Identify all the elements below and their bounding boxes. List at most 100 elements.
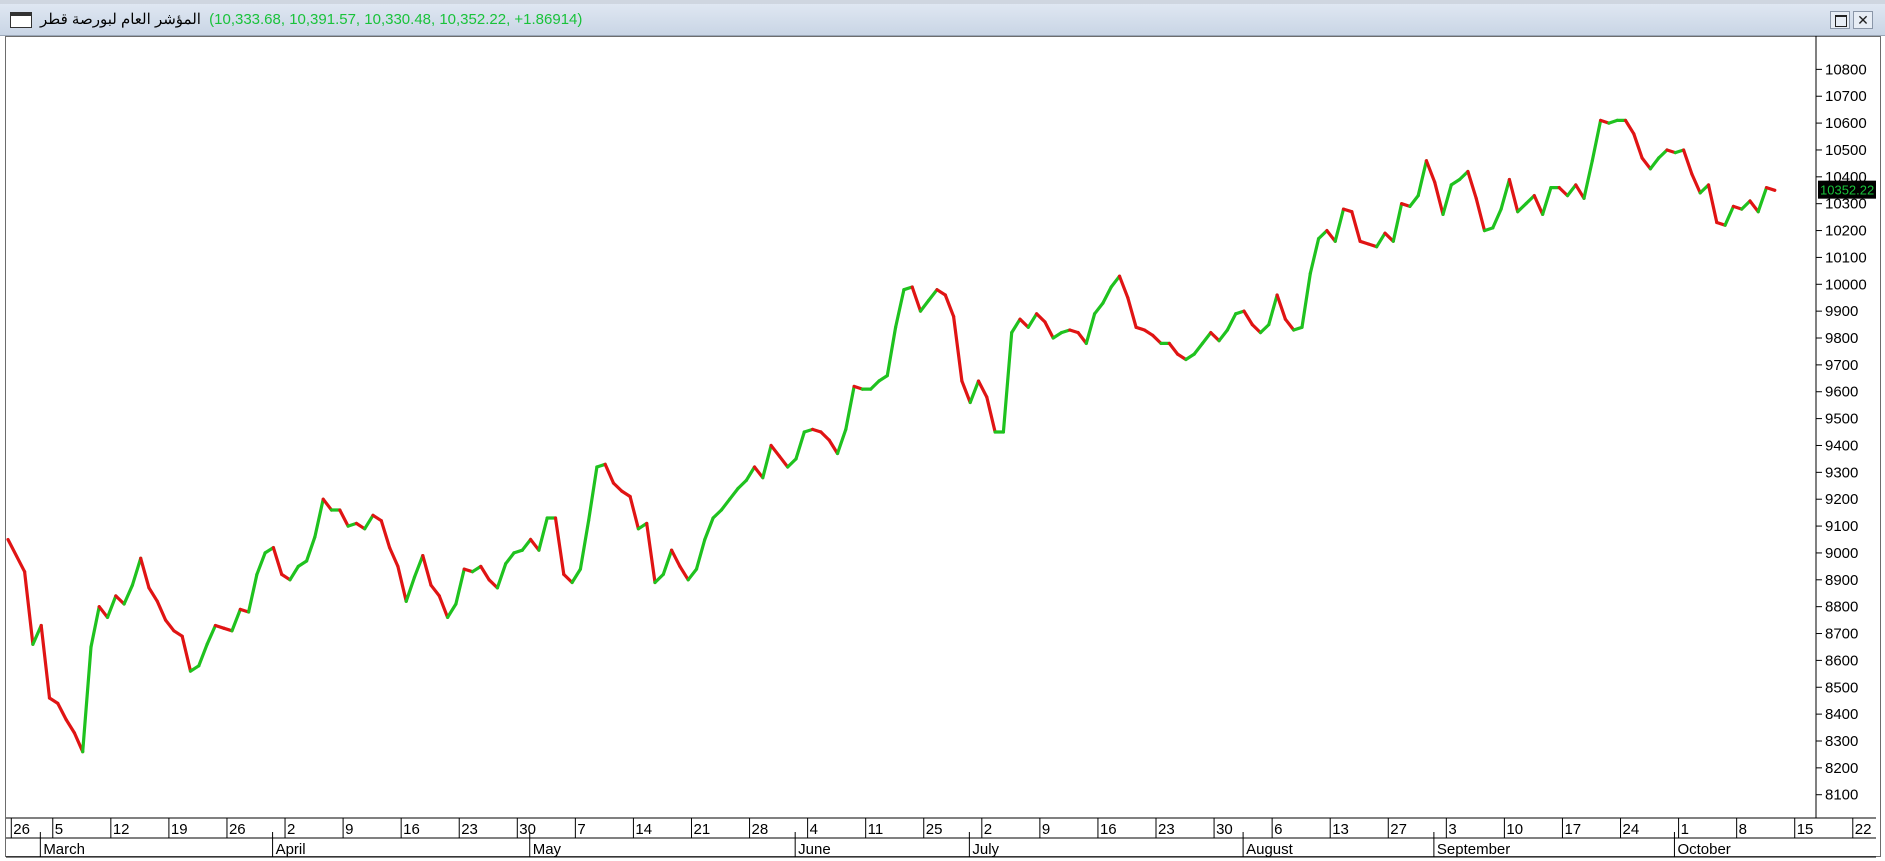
price-segment <box>404 575 417 603</box>
day-tick-label: 24 <box>1623 821 1640 838</box>
price-segment <box>147 586 159 603</box>
price-segment <box>271 545 284 577</box>
month-tick-label: April <box>276 841 306 858</box>
price-segment <box>1209 331 1221 343</box>
price-segment <box>1084 312 1097 345</box>
last-value-label: 10352.22 <box>1820 183 1874 198</box>
day-tick-label: 1 <box>1681 821 1689 838</box>
y-tick-label: 8600 <box>1825 652 1858 669</box>
price-segment <box>951 314 964 383</box>
price-segment <box>553 516 566 577</box>
price-segment <box>910 285 923 313</box>
price-segment <box>1499 177 1512 211</box>
price-segment <box>777 454 790 469</box>
y-tick-label: 10200 <box>1825 223 1867 240</box>
day-tick-label: 16 <box>403 821 420 838</box>
price-segment <box>686 567 699 582</box>
price-segment <box>89 605 101 649</box>
chart-axes <box>6 36 1876 858</box>
price-segment <box>1333 207 1346 243</box>
y-tick-label: 9800 <box>1825 330 1858 347</box>
price-segment <box>1092 301 1105 316</box>
y-tick-label: 8100 <box>1825 787 1858 804</box>
price-segment <box>1582 159 1594 200</box>
price-segment <box>1258 323 1271 335</box>
price-segment <box>6 537 27 574</box>
price-segment <box>338 508 350 528</box>
day-tick-label: 14 <box>635 821 652 838</box>
price-segment <box>578 519 591 571</box>
day-tick-label: 30 <box>1216 821 1233 838</box>
month-tick-label: August <box>1246 841 1294 858</box>
day-tick-label: 23 <box>1158 821 1175 838</box>
price-segment <box>114 594 126 606</box>
y-tick-label: 9400 <box>1825 437 1858 454</box>
price-segment <box>1010 317 1022 335</box>
price-segment <box>1283 317 1296 332</box>
price-segment <box>1632 132 1644 160</box>
y-tick-label: 9200 <box>1825 491 1858 508</box>
day-tick-label: 8 <box>1739 821 1747 838</box>
day-tick-label: 13 <box>1332 821 1349 838</box>
price-segment <box>1316 229 1329 241</box>
price-segment <box>1126 296 1138 329</box>
day-tick-label: 9 <box>1042 821 1050 838</box>
day-tick-label: 15 <box>1797 821 1814 838</box>
price-segment <box>197 642 209 668</box>
day-tick-label: 21 <box>693 821 710 838</box>
price-segment <box>56 701 68 722</box>
y-tick-label: 9000 <box>1825 545 1858 562</box>
price-segment <box>968 379 981 405</box>
price-segment <box>1350 210 1362 243</box>
last-value-badge: 10352.22 <box>1818 180 1876 199</box>
price-segment <box>1167 341 1180 356</box>
price-segment <box>752 465 765 480</box>
price-segment <box>1516 202 1528 214</box>
month-tick-label: June <box>798 841 831 858</box>
price-segment <box>1574 183 1586 200</box>
price-segment <box>164 618 176 633</box>
y-tick-label: 8400 <box>1825 706 1858 723</box>
price-segment <box>719 497 732 512</box>
price-segment <box>1026 312 1039 329</box>
day-tick-label: 11 <box>868 821 884 838</box>
price-segment <box>844 384 856 431</box>
price-segment <box>1391 202 1404 243</box>
y-tick-label: 9100 <box>1825 518 1858 535</box>
price-segment <box>64 717 77 735</box>
price-segment <box>1225 312 1238 332</box>
price-segment <box>495 562 508 590</box>
price-segment <box>1275 293 1288 321</box>
price-segment <box>694 537 707 571</box>
price-segment <box>1466 169 1478 200</box>
price-series <box>6 118 1777 754</box>
price-segment <box>363 513 375 531</box>
day-tick-label: 23 <box>461 821 478 838</box>
price-segment <box>711 508 724 520</box>
price-segment <box>313 497 325 539</box>
price-segment <box>1424 159 1437 184</box>
price-segment <box>39 623 52 700</box>
price-segment <box>611 481 624 493</box>
price-segment <box>819 430 831 442</box>
price-segment <box>446 602 458 620</box>
price-segment <box>985 395 997 434</box>
day-tick-label: 25 <box>926 821 943 838</box>
price-segment <box>1756 186 1769 214</box>
y-tick-label: 9900 <box>1825 303 1858 320</box>
price-segment <box>653 572 665 585</box>
day-tick-label: 12 <box>113 821 130 838</box>
day-tick-label: 3 <box>1448 821 1456 838</box>
price-segment <box>1416 159 1429 198</box>
price-segment <box>122 583 134 606</box>
day-tick-label: 16 <box>1100 821 1117 838</box>
y-tick-label: 8900 <box>1825 572 1858 589</box>
price-segment <box>1740 199 1752 211</box>
price-segment <box>1076 331 1088 345</box>
y-tick-label: 8800 <box>1825 599 1858 616</box>
price-segment <box>305 535 317 563</box>
day-tick-label: 26 <box>229 821 246 838</box>
price-segment <box>388 545 400 569</box>
price-segment <box>528 537 541 552</box>
price-segment <box>454 567 466 606</box>
